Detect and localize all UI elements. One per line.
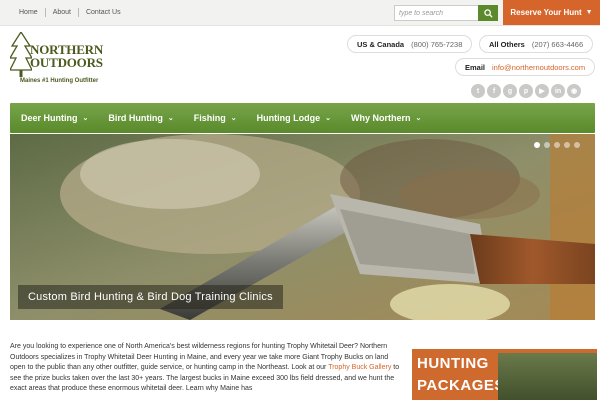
nav-bird-hunting[interactable]: Bird Hunting ⌄ xyxy=(98,103,183,133)
top-bar: Home About Contact Us Reserve Your Hunt … xyxy=(0,0,600,26)
chevron-down-icon: ⌄ xyxy=(230,115,237,122)
nav-fishing[interactable]: Fishing ⌄ xyxy=(184,103,247,133)
chevron-down-icon: ⌄ xyxy=(167,115,174,122)
us-canada-phone[interactable]: US & Canada (800) 765-7238 xyxy=(347,35,473,53)
hero-caption[interactable]: Custom Bird Hunting & Bird Dog Training … xyxy=(18,285,283,309)
slide-dot[interactable] xyxy=(564,142,570,148)
banner-line-2: PACKAGES xyxy=(417,377,505,394)
intro-paragraph: Are you looking to experience one of Nor… xyxy=(10,342,402,395)
slide-dot[interactable] xyxy=(554,142,560,148)
chevron-down-icon: ⌄ xyxy=(415,115,422,122)
main-nav: Deer Hunting ⌄ Bird Hunting ⌄ Fishing ⌄ … xyxy=(10,103,595,133)
logo[interactable]: NORTHERN OUTDOORS Maines #1 Hunting Outf… xyxy=(10,30,105,88)
reserve-label: Reserve Your Hunt xyxy=(510,8,582,17)
pine-tree-icon xyxy=(10,32,32,77)
linkedin-icon[interactable]: in xyxy=(551,84,565,98)
home-link[interactable]: Home xyxy=(12,9,45,16)
search-button[interactable] xyxy=(478,5,498,21)
twitter-icon[interactable]: t xyxy=(471,84,485,98)
pinterest-icon[interactable]: p xyxy=(519,84,533,98)
youtube-icon[interactable]: ▶ xyxy=(535,84,549,98)
all-others-phone[interactable]: All Others (207) 663-4466 xyxy=(479,35,594,53)
facebook-icon[interactable]: f xyxy=(487,84,501,98)
trophy-buck-gallery-link[interactable]: Trophy Buck Gallery xyxy=(328,364,391,371)
us-canada-label: US & Canada xyxy=(357,39,405,49)
top-links: Home About Contact Us xyxy=(12,8,128,17)
all-others-number: (207) 663-4466 xyxy=(531,39,584,49)
us-canada-number: (800) 765-7238 xyxy=(411,39,463,49)
banner-line-1: HUNTING xyxy=(417,355,489,372)
chevron-down-icon: ⌄ xyxy=(325,115,331,122)
camera-icon[interactable]: ◉ xyxy=(567,84,581,98)
nav-label: Fishing xyxy=(193,113,226,123)
logo-line-2: OUTDOORS xyxy=(30,55,103,70)
chevron-down-icon: ▼ xyxy=(585,9,593,16)
search-form xyxy=(394,5,498,21)
reserve-your-hunt-button[interactable]: Reserve Your Hunt ▼ xyxy=(503,0,600,25)
nav-deer-hunting[interactable]: Deer Hunting ⌄ xyxy=(10,103,98,133)
contact-us-link[interactable]: Contact Us xyxy=(79,9,128,16)
nav-label: Why Northern xyxy=(351,113,411,123)
about-link[interactable]: About xyxy=(46,9,78,16)
slide-dot[interactable] xyxy=(534,142,540,148)
nav-hunting-lodge[interactable]: Hunting Lodge ⌄ xyxy=(247,103,341,133)
social-icons: t f g p ▶ in ◉ xyxy=(471,84,583,98)
email-label: Email xyxy=(465,62,486,72)
nav-label: Deer Hunting xyxy=(21,113,78,123)
search-input[interactable] xyxy=(394,5,478,21)
search-icon xyxy=(483,8,493,18)
slide-indicators xyxy=(534,142,584,148)
nav-label: Hunting Lodge xyxy=(256,113,321,123)
hunters-photo xyxy=(498,353,597,400)
google-plus-icon[interactable]: g xyxy=(503,84,517,98)
slide-dot[interactable] xyxy=(544,142,550,148)
email-contact[interactable]: Email info@northernoutdoors.com xyxy=(455,58,596,76)
logo-tagline: Maines #1 Hunting Outfitter xyxy=(20,78,99,84)
email-address: info@northernoutdoors.com xyxy=(492,62,586,72)
nav-why-northern[interactable]: Why Northern ⌄ xyxy=(341,103,431,133)
slide-dot[interactable] xyxy=(574,142,580,148)
hero-slider[interactable]: Custom Bird Hunting & Bird Dog Training … xyxy=(10,134,595,320)
all-others-label: All Others xyxy=(489,39,525,49)
nav-label: Bird Hunting xyxy=(108,113,163,123)
chevron-down-icon: ⌄ xyxy=(82,115,89,122)
hunting-packages-banner[interactable]: HUNTING PACKAGES xyxy=(412,349,597,400)
